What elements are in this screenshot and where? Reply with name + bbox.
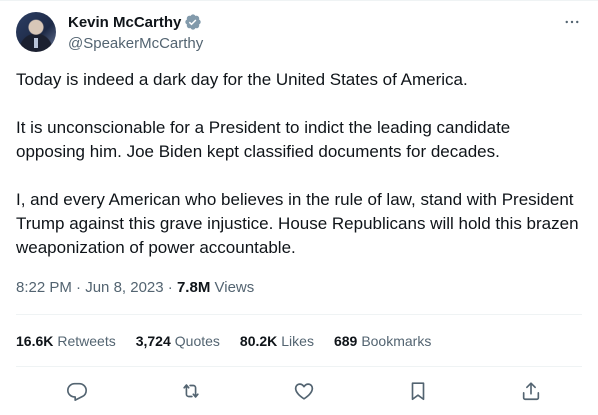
- meta-separator: ·: [76, 279, 82, 296]
- share-icon: [522, 382, 540, 401]
- views-count: 7.8M: [176, 279, 211, 296]
- likes-label: Likes: [281, 333, 314, 349]
- tweet-date[interactable]: Jun 8, 2023: [85, 279, 163, 296]
- likes-stat[interactable]: 80.2K Likes: [240, 331, 314, 351]
- retweets-label: Retweets: [57, 333, 116, 349]
- name-row: Kevin McCarthy: [68, 12, 203, 32]
- retweet-icon: [182, 384, 199, 398]
- bookmark-button[interactable]: [403, 376, 433, 406]
- action-bar: [16, 376, 582, 406]
- retweets-count: 16.6K: [16, 333, 54, 349]
- share-button[interactable]: [516, 376, 546, 406]
- reply-button[interactable]: [62, 376, 92, 406]
- tweet-card: Kevin McCarthy @SpeakerMcCarthy Today is…: [0, 0, 598, 415]
- heart-icon: [294, 383, 314, 400]
- bookmark-icon: [411, 382, 424, 401]
- author-block: Kevin McCarthy @SpeakerMcCarthy: [68, 12, 203, 54]
- bookmarks-stat[interactable]: 689 Bookmarks: [334, 331, 431, 351]
- views-label: Views: [214, 279, 255, 296]
- retweets-stat[interactable]: 16.6K Retweets: [16, 331, 116, 351]
- quotes-label: Quotes: [174, 333, 220, 349]
- more-horizontal-icon: [565, 20, 579, 24]
- tweet-paragraph: Today is indeed a dark day for the Unite…: [16, 70, 468, 89]
- like-button[interactable]: [289, 376, 319, 406]
- stats-top-divider: [16, 314, 582, 315]
- more-options-button[interactable]: [562, 12, 582, 32]
- meta-separator: ·: [167, 279, 173, 296]
- tweet-text: Today is indeed a dark day for the Unite…: [16, 68, 582, 260]
- bookmarks-label: Bookmarks: [361, 333, 432, 349]
- author-name[interactable]: Kevin McCarthy: [68, 14, 181, 31]
- avatar[interactable]: [16, 12, 56, 52]
- quotes-stat[interactable]: 3,724 Quotes: [136, 331, 220, 351]
- actions-top-divider: [16, 366, 582, 367]
- avatar-detail: [34, 38, 38, 48]
- engagement-stats: 16.6K Retweets 3,724 Quotes 80.2K Likes 689…: [16, 331, 451, 351]
- tweet-meta: 8:22 PM · Jun 8, 2023 · 7.8M Views: [16, 278, 254, 298]
- retweet-button[interactable]: [176, 376, 206, 406]
- verified-badge-icon: [184, 13, 202, 31]
- top-divider: [0, 0, 598, 1]
- tweet-time[interactable]: 8:22 PM: [16, 279, 72, 296]
- bookmarks-count: 689: [333, 333, 358, 349]
- author-handle[interactable]: @SpeakerMcCarthy: [68, 34, 203, 54]
- tweet-paragraph: I, and every American who believes in th…: [16, 190, 579, 257]
- quotes-count: 3,724: [135, 333, 171, 349]
- reply-icon: [67, 382, 87, 401]
- likes-count: 80.2K: [239, 333, 278, 349]
- tweet-paragraph: It is unconscionable for a President to …: [16, 118, 511, 161]
